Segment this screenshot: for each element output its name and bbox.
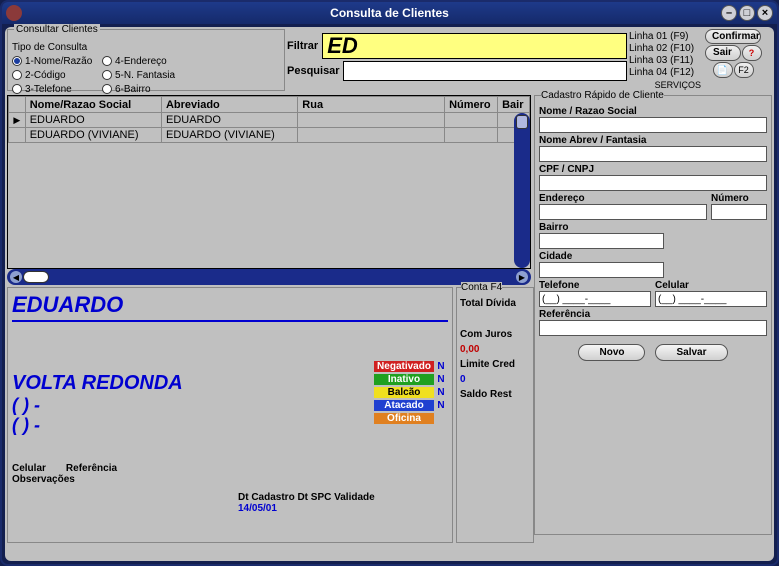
col-rua[interactable]: Rua	[298, 97, 445, 113]
salvar-button[interactable]: Salvar	[655, 344, 727, 361]
cad-numero-input[interactable]	[711, 204, 767, 220]
table-row[interactable]: EDUARDO (VIVIANE)EDUARDO (VIVIANE)	[9, 128, 530, 143]
cad-bairro-input[interactable]	[539, 233, 664, 249]
titlebar: Consulta de Clientes – □ ×	[2, 2, 777, 24]
radio-tipo-4[interactable]: 4-Endereço	[102, 54, 192, 68]
radio-tipo-5[interactable]: 5-N. Fantasia	[102, 68, 192, 82]
col-bairro[interactable]: Bair	[498, 97, 530, 113]
status-atacado: AtacadoN	[374, 399, 448, 412]
radio-tipo-3[interactable]: 3-Telefone	[12, 82, 102, 96]
detail-nome: EDUARDO	[12, 292, 448, 322]
detail-obs-label: Observações	[12, 474, 448, 485]
cad-cidade-input[interactable]	[539, 262, 664, 278]
cad-referencia-input[interactable]	[539, 320, 767, 336]
detail-dt-headers: Dt Cadastro Dt SPC Validade	[238, 492, 375, 503]
cadastro-rapido-panel: Cadastro Rápido de Cliente Nome / Razao …	[534, 95, 772, 535]
scroll-left-icon[interactable]: ◀	[10, 271, 22, 283]
status-negativado: NegativadoN	[374, 360, 448, 373]
consultar-clientes-group: Consultar Clientes Tipo de Consulta 1-No…	[7, 29, 285, 91]
total-divida-label: Total Dívida	[460, 298, 530, 309]
com-juros-value: 0,00	[460, 344, 530, 355]
horizontal-scrollbar[interactable]: ◀ ▶	[7, 269, 531, 285]
detail-celular-label: Celular	[12, 463, 46, 474]
cad-telefone-input[interactable]	[539, 291, 651, 307]
window-title: Consulta de Clientes	[330, 6, 449, 20]
detail-referencia-label: Referência	[66, 463, 117, 474]
status-inativo: InativoN	[374, 373, 448, 386]
cad-abrev-input[interactable]	[539, 146, 767, 162]
f2-button[interactable]: F2	[734, 62, 754, 78]
saldo-rest-label: Saldo Rest	[460, 389, 530, 400]
help-icon[interactable]: ?	[742, 45, 762, 61]
radio-tipo-2[interactable]: 2-Código	[12, 68, 102, 82]
novo-button[interactable]: Novo	[578, 344, 645, 361]
pesquisar-input[interactable]	[343, 61, 627, 81]
filtrar-label: Filtrar	[287, 40, 318, 52]
cad-nome-input[interactable]	[539, 117, 767, 133]
limite-cred-label: Limite Cred	[460, 359, 530, 370]
com-juros-label: Com Juros	[460, 329, 530, 340]
sair-button[interactable]: Sair	[705, 45, 741, 61]
radio-tipo-6[interactable]: 6-Bairro	[102, 82, 192, 96]
app-icon	[6, 5, 22, 21]
col-numero[interactable]: Número	[445, 97, 498, 113]
cad-endereco-input[interactable]	[539, 204, 707, 220]
col-abreviado[interactable]: Abreviado	[161, 97, 297, 113]
line-shortcuts: Linha 01 (F9) Linha 02 (F10) Linha 03 (F…	[629, 29, 701, 91]
confirmar-button[interactable]: Confirmar	[705, 29, 761, 44]
cad-cpf-input[interactable]	[539, 175, 767, 191]
detail-dt-cadastro: 14/05/01	[238, 503, 375, 514]
table-row[interactable]: ▶EDUARDOEDUARDO	[9, 113, 530, 128]
status-balcão: BalcãoN	[374, 386, 448, 399]
filtrar-input[interactable]	[322, 33, 627, 59]
extra-button-1[interactable]: 📄	[713, 62, 733, 78]
client-detail-panel: EDUARDO VOLTA REDONDA ( ) - ( ) - Negati…	[7, 287, 453, 543]
radio-tipo-1[interactable]: 1-Nome/Razão	[12, 54, 102, 68]
pesquisar-label: Pesquisar	[287, 65, 339, 77]
vertical-scrollbar[interactable]	[514, 113, 530, 268]
limite-cred-value: 0	[460, 374, 530, 385]
minimize-icon[interactable]: –	[721, 5, 737, 21]
clients-table[interactable]: Nome/Razao Social Abreviado Rua Número B…	[7, 95, 531, 269]
status-oficina: Oficina	[374, 412, 448, 425]
col-nome[interactable]: Nome/Razao Social	[25, 97, 161, 113]
cad-celular-input[interactable]	[655, 291, 767, 307]
maximize-icon[interactable]: □	[739, 5, 755, 21]
scroll-right-icon[interactable]: ▶	[516, 271, 528, 283]
close-icon[interactable]: ×	[757, 5, 773, 21]
conta-panel: Conta F4 Total Dívida Com Juros 0,00 Lim…	[456, 287, 534, 543]
